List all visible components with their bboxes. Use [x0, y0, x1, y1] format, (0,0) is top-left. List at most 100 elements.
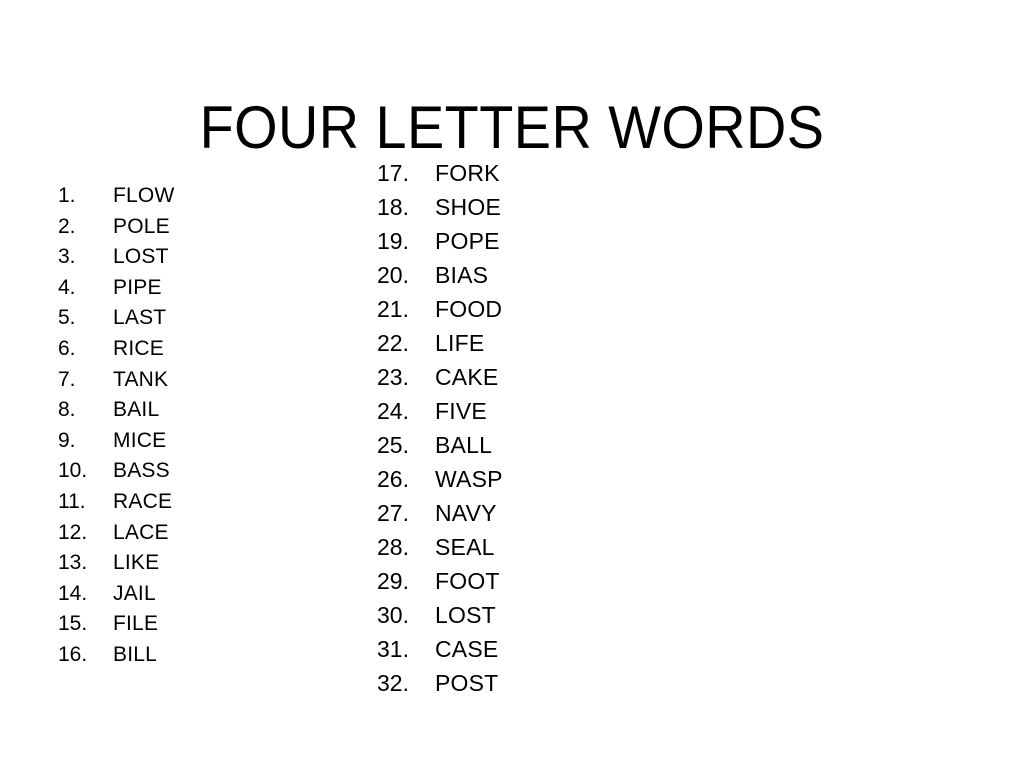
- list-item-word: TANK: [113, 367, 169, 391]
- list-item-word: BALL: [435, 432, 493, 458]
- list-item-number: 21.: [377, 296, 409, 322]
- list-item: 27. NAVY: [377, 496, 503, 530]
- list-item-number: 27.: [377, 500, 409, 526]
- list-item-word: FLOW: [113, 184, 175, 207]
- list-item-number: 2.: [58, 214, 76, 238]
- list-item: 13. LIKE: [58, 548, 174, 579]
- list-item: 26. WASP: [377, 462, 503, 496]
- list-item-word: BIAS: [435, 262, 489, 288]
- list-item-word: FOOD: [435, 296, 503, 322]
- list-item: 23. CAKE: [377, 360, 503, 394]
- list-item: 3. LOST: [58, 242, 174, 273]
- list-item-number: 20.: [377, 262, 409, 288]
- page-title: FOUR LETTER WORDS: [199, 94, 825, 162]
- list-item: 24. FIVE: [377, 394, 503, 428]
- list-item-number: 4.: [58, 275, 76, 299]
- list-item: 7. TANK: [58, 365, 174, 396]
- list-item-word: BILL: [113, 642, 157, 666]
- list-item: 25. BALL: [377, 428, 503, 462]
- list-item: 20. BIAS: [377, 258, 503, 292]
- list-item-word: JAIL: [113, 581, 156, 605]
- list-item-word: FOOT: [435, 568, 500, 594]
- word-list-left-column: 1. FLOW 2. POLE 3. LOST 4. PIPE 5. LAST 6. RICE 7. TA…: [58, 181, 174, 671]
- list-item: 11. RACE: [58, 487, 174, 518]
- list-item-number: 29.: [377, 568, 409, 594]
- list-item-number: 22.: [377, 330, 409, 356]
- list-item-number: 14.: [58, 581, 88, 605]
- list-item-word: FORK: [435, 160, 500, 186]
- list-item: 32. POST: [377, 666, 503, 700]
- list-item: 6. RICE: [58, 334, 174, 365]
- list-item-word: RACE: [113, 489, 173, 513]
- list-item-word: LIFE: [435, 330, 485, 356]
- list-item-number: 24.: [377, 398, 409, 424]
- list-item-number: 6.: [58, 336, 76, 360]
- list-item: 4. PIPE: [58, 273, 174, 304]
- list-item-number: 5.: [58, 306, 76, 330]
- list-item-word: SHOE: [435, 194, 501, 220]
- list-item-number: 1.: [58, 184, 76, 207]
- list-item: 15. FILE: [58, 609, 174, 640]
- list-item: 22. LIFE: [377, 326, 503, 360]
- list-item: 21. FOOD: [377, 292, 503, 326]
- list-item: 14. JAIL: [58, 579, 174, 610]
- list-item: 17. FORK: [377, 156, 503, 190]
- word-list-right-column: 17. FORK 18. SHOE 19. POPE 20. BIAS 21. FOOD 22. LI…: [377, 156, 503, 700]
- list-item-number: 26.: [377, 466, 409, 492]
- list-item: 16. BILL: [58, 640, 174, 671]
- list-item-number: 23.: [377, 364, 409, 390]
- list-item-number: 9.: [58, 428, 76, 452]
- list-item-number: 16.: [58, 642, 88, 666]
- list-item-word: BAIL: [113, 398, 160, 422]
- list-item: 10. BASS: [58, 456, 174, 487]
- list-item-number: 25.: [377, 432, 409, 458]
- list-item-word: WASP: [435, 466, 503, 492]
- list-item-number: 19.: [377, 228, 409, 254]
- list-item-number: 3.: [58, 245, 76, 269]
- list-item-word: FILE: [113, 612, 159, 636]
- list-item-word: PIPE: [113, 275, 162, 299]
- list-item-word: LACE: [113, 520, 169, 544]
- list-item-word: CAKE: [435, 364, 499, 390]
- list-item-word: LOST: [435, 602, 496, 628]
- list-item-word: POLE: [113, 214, 170, 238]
- list-item-number: 10.: [58, 459, 88, 483]
- list-item: 2. POLE: [58, 212, 174, 243]
- list-item: 30. LOST: [377, 598, 503, 632]
- list-item-word: NAVY: [435, 500, 497, 526]
- list-item: 18. SHOE: [377, 190, 503, 224]
- slide-canvas: FOUR LETTER WORDS 1. FLOW 2. POLE 3. LOST 4. PI…: [0, 0, 1024, 768]
- list-item-number: 32.: [377, 670, 409, 696]
- list-item-number: 28.: [377, 534, 409, 560]
- list-item: 1. FLOW: [58, 181, 174, 212]
- list-item-word: MICE: [113, 428, 167, 452]
- list-item-number: 30.: [377, 602, 409, 628]
- list-item-word: LOST: [113, 245, 169, 269]
- list-item-word: CASE: [435, 636, 499, 662]
- list-item: 8. BAIL: [58, 395, 174, 426]
- list-item-number: 8.: [58, 398, 76, 422]
- list-item-word: POPE: [435, 228, 500, 254]
- list-item: 12. LACE: [58, 518, 174, 549]
- list-item-word: LIKE: [113, 551, 160, 575]
- list-item-word: POST: [435, 670, 499, 696]
- list-item: 5. LAST: [58, 303, 174, 334]
- list-item: 29. FOOT: [377, 564, 503, 598]
- list-item-number: 15.: [58, 612, 88, 636]
- list-item: 9. MICE: [58, 426, 174, 457]
- list-item: 19. POPE: [377, 224, 503, 258]
- list-item-word: BASS: [113, 459, 170, 483]
- list-item-word: FIVE: [435, 398, 487, 424]
- list-item: 31. CASE: [377, 632, 503, 666]
- list-item-number: 17.: [377, 160, 409, 186]
- list-item-number: 11.: [58, 489, 86, 513]
- list-item-number: 18.: [377, 194, 409, 220]
- list-item-number: 12.: [58, 520, 88, 544]
- list-item-word: SEAL: [435, 534, 495, 560]
- list-item-number: 31.: [377, 636, 409, 662]
- list-item-word: RICE: [113, 336, 164, 360]
- list-item-number: 13.: [58, 551, 88, 575]
- list-item: 28. SEAL: [377, 530, 503, 564]
- list-item-number: 7.: [58, 367, 76, 391]
- list-item-word: LAST: [113, 306, 167, 330]
